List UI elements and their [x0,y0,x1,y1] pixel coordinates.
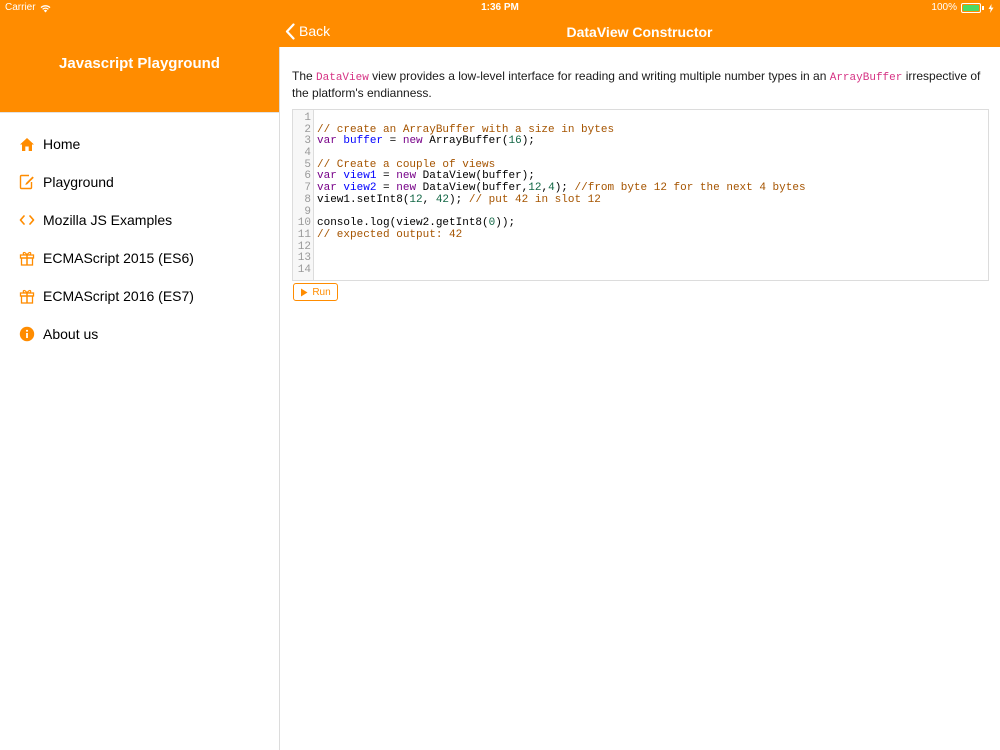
code-icon [18,212,35,229]
sidebar-item-label: Playground [43,174,114,190]
sidebar-header-divider [0,112,279,113]
home-icon [18,136,35,153]
code-line: view1.setInt8(12, 42); // put 42 in slot… [317,193,601,206]
sidebar-item-about[interactable]: About us [0,315,279,353]
sidebar-item-es6[interactable]: ECMAScript 2015 (ES6) [0,239,279,277]
line-number-gutter: 1 2 3 4 5 6 7 8 9 10 11 12 13 14 [293,110,314,280]
line-number: 4 [304,147,311,160]
line-number: 11 [297,228,311,241]
app-title: Javascript Playground [59,55,220,72]
sidebar-item-label: Mozilla JS Examples [43,212,173,228]
gift-icon [18,250,35,267]
sidebar-item-es7[interactable]: ECMAScript 2016 (ES7) [0,277,279,315]
sidebar-item-label: ECMAScript 2016 (ES7) [43,288,194,304]
page-title: DataView Constructor [566,24,713,40]
code-editor[interactable]: 1 2 3 4 5 6 7 8 9 10 11 12 13 14 // crea… [292,109,989,281]
status-time: 1:36 PM [481,2,519,13]
dataview-code: DataView [316,72,369,84]
code-content[interactable]: // create an ArrayBuffer with a size in … [317,113,806,277]
sidebar-item-label: About us [43,326,99,342]
line-number: 1 [304,112,311,124]
gift-icon [18,288,35,305]
status-battery: 100% [931,0,994,16]
charging-icon [988,3,994,13]
description-text: view provides a low-level interface for … [368,69,830,83]
sidebar-item-label: Home [43,136,81,152]
run-label: Run [312,286,331,298]
battery-percent: 100% [931,2,957,13]
line-number: 8 [304,193,311,206]
battery-icon [961,3,981,13]
sidebar-menu: Home Playground Mozilla JS Examples ECMA… [0,125,279,353]
split-divider [279,47,280,750]
sidebar-item-mozilla-examples[interactable]: Mozilla JS Examples [0,201,279,239]
info-icon [18,326,35,343]
play-icon [301,288,308,296]
line-number: 14 [297,263,311,276]
arraybuffer-code: ArrayBuffer [829,72,903,84]
battery-nub [982,6,984,10]
sidebar-item-label: ECMAScript 2015 (ES6) [43,250,194,266]
code-line: var buffer = new ArrayBuffer(16); [317,135,535,148]
description-text: The [292,69,317,83]
sidebar-item-home[interactable]: Home [0,125,279,163]
description: The DataView view provides a low-level i… [292,69,990,100]
edit-icon [18,174,35,191]
code-line: // expected output: 42 [317,228,463,241]
run-button[interactable]: Run [293,283,338,301]
sidebar-item-playground[interactable]: Playground [0,163,279,201]
